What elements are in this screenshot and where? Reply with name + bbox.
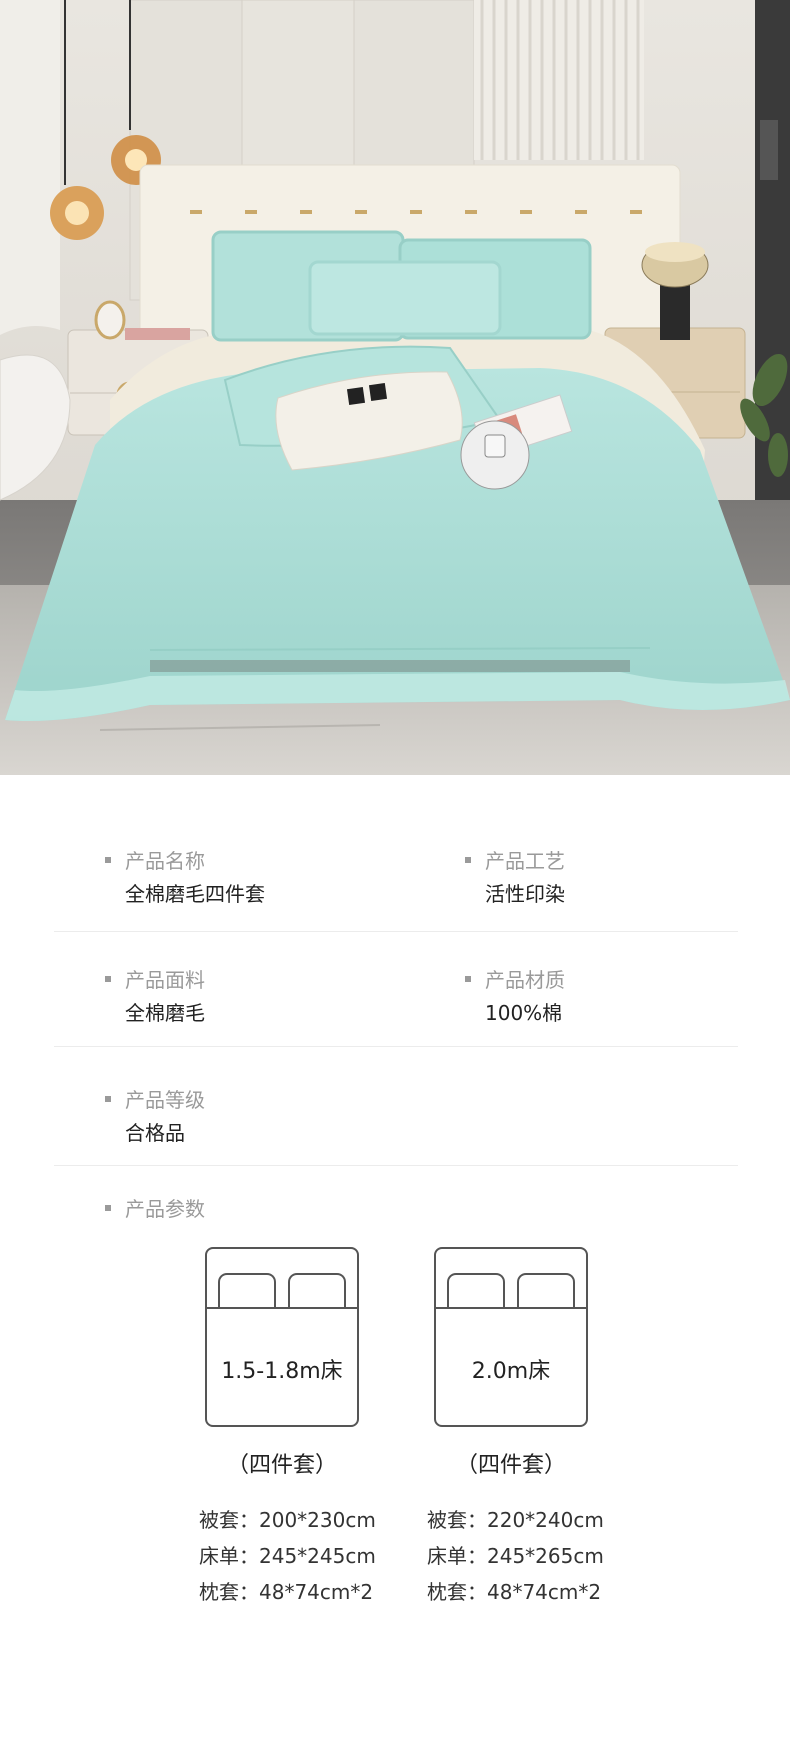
bed-set-label: （四件套） (226, 1453, 337, 1478)
property-label: 产品名称 (125, 849, 205, 873)
spec-sheet-1: 床单：245*245cm (199, 1544, 376, 1568)
spec-sheet-2: 床单：245*265cm (427, 1544, 604, 1568)
product-photo (0, 0, 790, 775)
bullet-icon (105, 1096, 111, 1102)
pillows (211, 230, 592, 342)
property-label: 产品面料 (125, 968, 205, 992)
property-value: 全棉磨毛四件套 (125, 882, 265, 906)
property-row-2: 产品面料 全棉磨毛 产品材质 100%棉 (54, 932, 738, 1047)
spec-pillowcase-2: 枕套：48*74cm*2 (427, 1580, 602, 1604)
pillow-icon (447, 1273, 505, 1309)
spec-pillowcase-1: 枕套：48*74cm*2 (199, 1580, 374, 1604)
bullet-icon (105, 976, 111, 982)
property-row-1: 产品名称 全棉磨毛四件套 产品工艺 活性印染 (54, 775, 738, 932)
pillow-icon (288, 1273, 346, 1309)
property-value: 合格品 (125, 1121, 185, 1145)
bullet-icon (105, 1205, 111, 1211)
property-label: 产品工艺 (485, 849, 565, 873)
bed-divider (205, 1307, 359, 1309)
spec-duvet-1: 被套：200*230cm (199, 1508, 376, 1532)
property-value: 全棉磨毛 (125, 1001, 205, 1025)
property-row-3: 产品等级 合格品 (54, 1047, 738, 1166)
pillow-icon (517, 1273, 575, 1309)
bed-size-label: 1.5-1.8m床 (221, 1359, 343, 1384)
bedroom-illustration (0, 0, 790, 775)
pillow-icon (218, 1273, 276, 1309)
property-value: 100%棉 (485, 1001, 563, 1025)
fluted-panel (474, 0, 644, 160)
bullet-icon (105, 857, 111, 863)
bullet-icon (465, 857, 471, 863)
property-label: 产品参数 (125, 1197, 205, 1221)
property-label: 产品等级 (125, 1088, 205, 1112)
bed-divider (434, 1307, 588, 1309)
bed-size-label: 2.0m床 (471, 1359, 551, 1384)
property-label: 产品材质 (485, 968, 565, 992)
bullet-icon (465, 976, 471, 982)
bed-set-label: （四件套） (455, 1453, 566, 1478)
spec-duvet-2: 被套：220*240cm (427, 1508, 604, 1532)
property-value: 活性印染 (485, 882, 565, 906)
